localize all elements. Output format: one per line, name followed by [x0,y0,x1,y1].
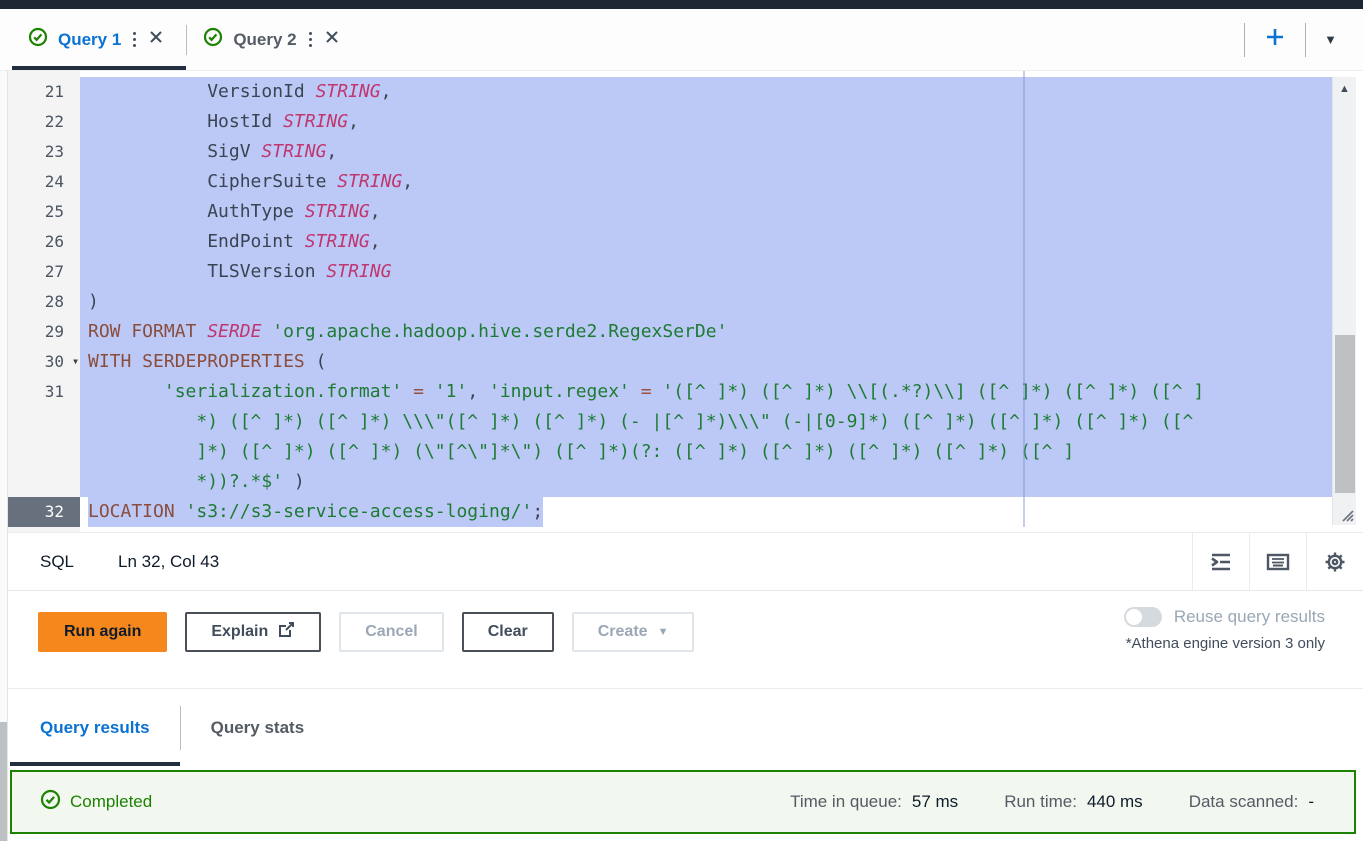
code-line[interactable]: ]*) ([^ ]*) ([^ ]*) (\"[^\"]*\") ([^ ]*)… [80,437,1332,467]
divider [1244,23,1245,57]
explain-button[interactable]: Explain [185,612,321,652]
metric-label: Time in queue: [790,792,902,812]
tab-label: Query 1 [58,30,121,50]
athena-query-editor: Query 1 Query 2 [0,0,1363,841]
code-line[interactable]: HostId STRING, [80,107,1332,137]
cancel-button[interactable]: Cancel [339,612,443,652]
gutter-line-number[interactable]: 24 [8,167,80,197]
reuse-results-toggle[interactable] [1124,607,1162,627]
tab-query-stats[interactable]: Query stats [181,689,335,766]
metric: Time in queue: 57 ms [790,792,958,812]
gutter-line-number[interactable]: 30▼ [8,347,80,377]
gutter-line-number[interactable]: 26 [8,227,80,257]
chevron-down-icon: ▼ [658,626,669,638]
gutter-line-number[interactable]: 27 [8,257,80,287]
code-line[interactable]: 'serialization.format' = '1', 'input.reg… [80,377,1332,407]
check-circle-icon [28,27,48,52]
gutter-line-number[interactable]: 22 [8,107,80,137]
action-buttons: Run again Explain Cancel Clear Create ▼ [38,612,694,652]
clear-button[interactable]: Clear [462,612,554,652]
editor-scrollbar[interactable]: ▲ [1332,77,1356,525]
code-line[interactable]: *))?.*$' ) [80,467,1332,497]
language-mode: SQL [40,552,74,572]
divider [1305,23,1306,57]
reuse-query-results: Reuse query results *Athena engine versi… [1124,607,1325,652]
scroll-up-arrow-icon[interactable]: ▲ [1333,83,1356,95]
keyboard-shortcuts-icon[interactable] [1249,533,1306,590]
code-rows: VersionId STRING, HostId STRING, SigV ST… [80,77,1332,527]
cursor-position: Ln 32, Col 43 [118,552,219,572]
format-code-icon[interactable] [1192,533,1249,590]
sql-editor[interactable]: 21222324252627282930▼31 32 VersionId STRI… [0,71,1363,532]
scrollbar-thumb[interactable] [1335,335,1355,493]
gutter-rows: 21222324252627282930▼31 32 [8,77,80,527]
metric: Data scanned:- [1189,792,1314,812]
code-line[interactable]: ROW FORMAT SERDE 'org.apache.hadoop.hive… [80,317,1332,347]
gutter-line-number[interactable]: 29 [8,317,80,347]
gutter-line-number[interactable]: 25 [8,197,80,227]
scrollbar-thumb[interactable] [0,722,7,841]
check-circle-icon [40,789,61,815]
query-tab-bar: Query 1 Query 2 [0,9,1363,71]
tab-query-2[interactable]: Query 2 [187,9,361,70]
results-tab-bar: Query results Query stats [0,689,1363,766]
engine-version-note: *Athena engine version 3 only [1124,635,1325,652]
code-line[interactable]: VersionId STRING, [80,77,1332,107]
query-tabs: Query 1 Query 2 [0,9,362,70]
gutter-line-number[interactable] [8,467,80,497]
reuse-results-label: Reuse query results [1174,607,1325,627]
new-query-tab-button[interactable] [1263,25,1287,54]
code-line[interactable]: EndPoint STRING, [80,227,1332,257]
code-line[interactable]: LOCATION 's3://s3-service-access-loging/… [80,497,1332,527]
window-left-scrollbar[interactable] [0,71,8,841]
code-line[interactable]: *) ([^ ]*) ([^ ]*) \\\"([^ ]*) ([^ ]*) (… [80,407,1332,437]
gutter-line-number[interactable] [8,407,80,437]
tab-list-dropdown-icon[interactable]: ▼ [1324,33,1337,46]
tab-menu-kebab-icon[interactable] [131,28,138,51]
check-circle-icon [203,27,223,52]
tab-bar-controls: ▼ [1244,9,1363,70]
run-again-button[interactable]: Run again [38,612,167,652]
external-link-icon [278,621,295,643]
editor-code-area[interactable]: VersionId STRING, HostId STRING, SigV ST… [80,71,1332,532]
print-margin-ruler [1023,71,1025,527]
metric-label: Run time: [1004,792,1077,812]
gutter-line-number[interactable]: 23 [8,137,80,167]
code-line[interactable]: SigV STRING, [80,137,1332,167]
editor-resize-grip-icon[interactable] [1335,507,1355,528]
metric-value: 57 ms [912,792,958,812]
editor-status-bar: SQL Ln 32, Col 43 [0,532,1363,591]
fold-arrow-icon[interactable]: ▼ [73,347,78,377]
close-tab-icon[interactable] [324,29,340,50]
code-line[interactable]: AuthType STRING, [80,197,1332,227]
create-button[interactable]: Create ▼ [572,612,695,652]
metrics: Time in queue: 57 ms Run time: 440 ms Data s… [790,792,1354,812]
gutter-line-number[interactable]: 21 [8,77,80,107]
gutter-line-number[interactable]: 28 [8,287,80,317]
editor-tool-icons [1192,533,1363,590]
tab-menu-kebab-icon[interactable] [307,28,314,51]
gutter-line-number[interactable] [8,437,80,467]
metric-value: - [1308,792,1314,812]
close-tab-icon[interactable] [148,29,164,50]
gutter-line-number[interactable]: 31 [8,377,80,407]
tab-label: Query 2 [233,30,296,50]
status-badge: Completed [40,789,152,815]
metric-value: 440 ms [1087,792,1143,812]
query-status-banner: Completed Time in queue: 57 ms Run time: 44… [10,770,1356,834]
metric: Run time: 440 ms [1004,792,1143,812]
code-line[interactable]: TLSVersion STRING [80,257,1332,287]
gutter-line-number[interactable]: 32 [8,497,80,527]
tab-query-results[interactable]: Query results [10,689,180,766]
code-line[interactable]: WITH SERDEPROPERTIES ( [80,347,1332,377]
metric-label: Data scanned: [1189,792,1299,812]
editor-gutter: 21222324252627282930▼31 32 [8,71,80,532]
tab-query-1[interactable]: Query 1 [12,9,186,70]
settings-gear-icon[interactable] [1306,533,1363,590]
query-actions: Run again Explain Cancel Clear Create ▼ … [0,591,1363,689]
console-top-bar [0,0,1363,9]
status-text: Completed [70,792,152,812]
code-line[interactable]: CipherSuite STRING, [80,167,1332,197]
code-line[interactable]: ) [80,287,1332,317]
